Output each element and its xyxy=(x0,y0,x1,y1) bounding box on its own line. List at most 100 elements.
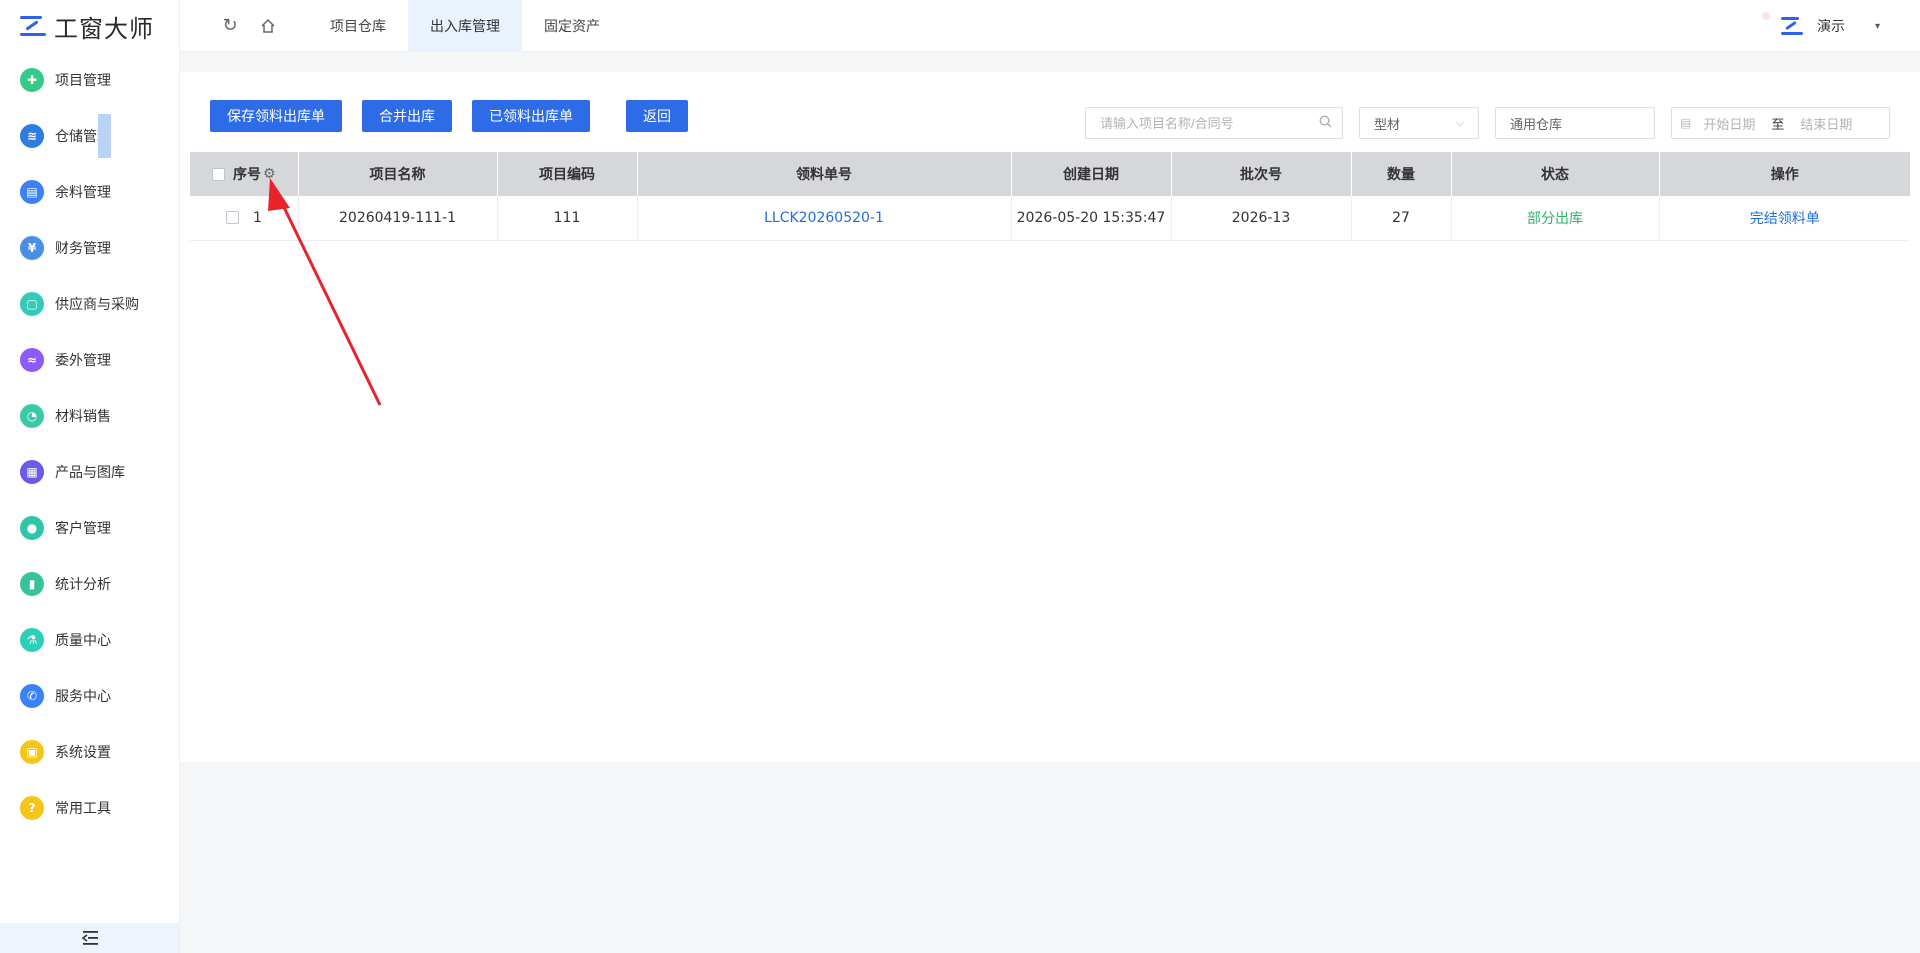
logo-icon xyxy=(20,14,48,38)
col-qty: 数量 xyxy=(1351,152,1452,196)
sidebar-icon-8: ● xyxy=(20,516,44,540)
sidebar-icon-10: ⚗ xyxy=(20,628,44,652)
sidebar-icon-0: ✚ xyxy=(20,68,44,92)
col-batch: 批次号 xyxy=(1171,152,1352,196)
gear-icon[interactable]: ⚙ xyxy=(263,166,276,182)
sidebar-item-3[interactable]: ¥ 财务管理 xyxy=(0,220,179,276)
sidebar-item-7[interactable]: ▦ 产品与图库 xyxy=(0,444,179,500)
warehouse-select[interactable]: 通用仓库 xyxy=(1495,107,1655,139)
home-icon[interactable] xyxy=(258,16,278,36)
sidebar-icon-9: ▮ xyxy=(20,572,44,596)
hover-highlight xyxy=(98,114,111,158)
start-date-input[interactable]: 开始日期 xyxy=(1703,114,1755,133)
sidebar-icon-1: ≋ xyxy=(20,124,44,148)
date-range-picker[interactable]: ▤ 开始日期 至 结束日期 xyxy=(1671,107,1890,139)
cell-order-no: LLCK20260520-1 xyxy=(637,196,1012,241)
col-status: 状态 xyxy=(1451,152,1660,196)
finish-order-link[interactable]: 完结领料单 xyxy=(1750,211,1820,227)
row-checkbox[interactable] xyxy=(225,211,239,225)
sidebar-item-10[interactable]: ⚗ 质量中心 xyxy=(0,612,179,668)
sidebar-item-label: 常用工具 xyxy=(55,801,111,817)
tab-0[interactable]: 项目仓库 xyxy=(308,0,408,52)
order-no-link[interactable]: LLCK20260520-1 xyxy=(764,210,884,226)
col-action: 操作 xyxy=(1659,152,1910,196)
sidebar-item-label: 质量中心 xyxy=(55,633,111,649)
table-header-row: 序号 ⚙ 项目名称 项目编码 领料单号 创建日期 批次号 数量 状态 操作 xyxy=(190,152,1910,196)
user-name: 演示 xyxy=(1816,19,1845,35)
sidebar-item-label: 服务中心 xyxy=(55,689,111,705)
tab-2[interactable]: 固定资产 xyxy=(522,0,622,52)
sidebar-item-label: 项目管理 xyxy=(55,73,111,89)
main-panel: 保存领料出库单 合并出库 已领料出库单 返回 型材 ⌵ 通用仓库 ▤ 开始日期 … xyxy=(180,72,1920,762)
sidebar-item-13[interactable]: ? 常用工具 xyxy=(0,780,179,836)
save-outbound-button[interactable]: 保存领料出库单 xyxy=(210,100,342,132)
col-project-code: 项目编码 xyxy=(497,152,638,196)
col-project-name: 项目名称 xyxy=(298,152,498,196)
sidebar-icon-7: ▦ xyxy=(20,460,44,484)
sidebar-item-label: 余料管理 xyxy=(55,185,111,201)
status-badge: 部分出库 xyxy=(1527,210,1583,227)
tab-1[interactable]: 出入库管理 xyxy=(408,0,522,52)
sidebar-collapse-button[interactable] xyxy=(0,923,179,953)
material-type-select[interactable]: 型材 ⌵ xyxy=(1359,107,1479,139)
seq-value: 1 xyxy=(253,209,262,226)
tab-bar: 项目仓库 出入库管理 固定资产 xyxy=(308,0,622,52)
sidebar-item-11[interactable]: ✆ 服务中心 xyxy=(0,668,179,724)
sidebar-item-label: 委外管理 xyxy=(55,353,111,369)
cell-qty: 27 xyxy=(1351,196,1452,241)
sidebar-item-label: 统计分析 xyxy=(55,577,111,593)
col-created: 创建日期 xyxy=(1011,152,1172,196)
user-logo-icon xyxy=(1780,15,1803,37)
search-field[interactable] xyxy=(1085,107,1343,139)
warehouse-value: 通用仓库 xyxy=(1510,117,1563,133)
top-bar: ↻ 项目仓库 出入库管理 固定资产 演示 ▾ xyxy=(180,0,1920,52)
sidebar-item-label: 财务管理 xyxy=(55,241,111,257)
logo-text: 工窗大师 xyxy=(54,14,154,43)
sidebar-item-2[interactable]: ▤ 余料管理 xyxy=(0,164,179,220)
date-separator: 至 xyxy=(1771,117,1785,133)
col-order-no: 领料单号 xyxy=(637,152,1012,196)
sidebar-item-label: 产品与图库 xyxy=(55,465,125,481)
search-icon[interactable] xyxy=(1319,115,1332,131)
sidebar-item-1[interactable]: ≋ 仓储管理 xyxy=(0,108,179,164)
user-menu[interactable]: 演示 ▾ xyxy=(1780,0,1880,52)
cell-project-code: 111 xyxy=(497,196,638,241)
sidebar-icon-6: ◔ xyxy=(20,404,44,428)
sidebar-icon-5: ≈ xyxy=(20,348,44,372)
sidebar-icon-13: ? xyxy=(20,796,44,820)
search-input[interactable] xyxy=(1100,115,1328,131)
material-type-value: 型材 xyxy=(1374,117,1401,133)
merge-outbound-button[interactable]: 合并出库 xyxy=(362,100,452,132)
sidebar-icon-4: ▢ xyxy=(20,292,44,316)
sidebar-nav: ✚ 项目管理 ≋ 仓储管理 ▤ 余料管理 ¥ 财务管理 ▢ 供应商与采购 ≈ 委外管理 ◔ 材料销售 ▦ 产品… xyxy=(0,52,179,836)
caret-down-icon: ▾ xyxy=(1874,20,1880,32)
collapse-icon xyxy=(81,931,98,945)
cell-batch: 2026-13 xyxy=(1171,196,1352,241)
sidebar-item-6[interactable]: ◔ 材料销售 xyxy=(0,388,179,444)
cell-project-name: 20260419-111-1 xyxy=(298,196,498,241)
outbound-table: 序号 ⚙ 项目名称 项目编码 领料单号 创建日期 批次号 数量 状态 操作 1 xyxy=(190,152,1910,241)
chevron-down-icon: ⌵ xyxy=(1455,116,1464,129)
sidebar-item-5[interactable]: ≈ 委外管理 xyxy=(0,332,179,388)
sidebar-item-0[interactable]: ✚ 项目管理 xyxy=(0,52,179,108)
sidebar: 工窗大师 ✚ 项目管理 ≋ 仓储管理 ▤ 余料管理 ¥ 财务管理 ▢ 供应商与采购 ≈ 委外管理 ◔ 材料… xyxy=(0,0,180,953)
sidebar-item-label: 供应商与采购 xyxy=(55,297,139,313)
sidebar-item-12[interactable]: ▣ 系统设置 xyxy=(0,724,179,780)
sidebar-item-label: 系统设置 xyxy=(55,745,111,761)
select-all-checkbox[interactable] xyxy=(211,167,225,181)
refresh-icon[interactable]: ↻ xyxy=(220,15,240,36)
end-date-input[interactable]: 结束日期 xyxy=(1800,114,1852,133)
sidebar-icon-11: ✆ xyxy=(20,684,44,708)
sidebar-item-8[interactable]: ● 客户管理 xyxy=(0,500,179,556)
sidebar-item-label: 材料销售 xyxy=(55,409,111,425)
table-row[interactable]: 1 20260419-111-1 111 LLCK20260520-1 2026… xyxy=(190,196,1910,241)
received-orders-button[interactable]: 已领料出库单 xyxy=(472,100,590,132)
sidebar-icon-3: ¥ xyxy=(20,236,44,260)
sidebar-item-label: 客户管理 xyxy=(55,521,111,537)
app-logo[interactable]: 工窗大师 xyxy=(0,0,179,52)
sidebar-item-4[interactable]: ▢ 供应商与采购 xyxy=(0,276,179,332)
back-button[interactable]: 返回 xyxy=(626,100,688,132)
sidebar-icon-12: ▣ xyxy=(20,740,44,764)
sidebar-item-9[interactable]: ▮ 统计分析 xyxy=(0,556,179,612)
cell-created: 2026-05-20 15:35:47 xyxy=(1011,196,1172,241)
